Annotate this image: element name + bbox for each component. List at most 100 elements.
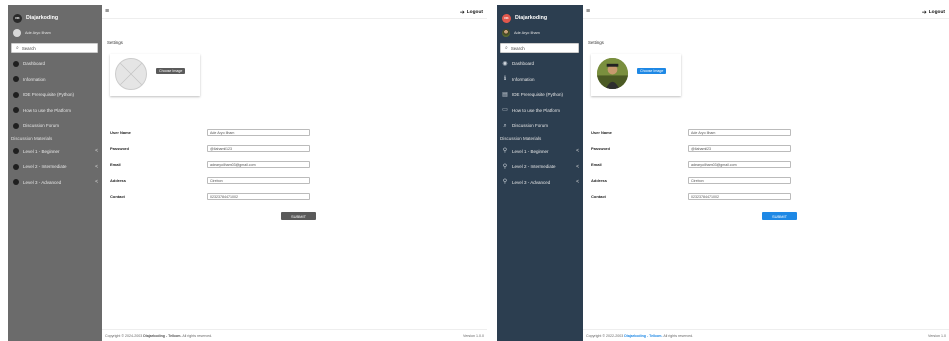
footer-copyright: Copyright © 2022-2003 Diajarkoding - Tel…	[586, 334, 693, 338]
brand-logo-icon: DK	[13, 13, 22, 23]
sidebar-item-ide-prerequisite[interactable]: ▤ IDE Prerequisite (Python)	[497, 87, 583, 103]
footer-copyright: Copyright © 2024-2003 Diajarkoding - Tel…	[105, 334, 212, 338]
password-label: Password	[591, 146, 610, 151]
submit-button[interactable]: SUBMIT	[762, 212, 797, 220]
sidebar-item-label: Information	[23, 76, 46, 82]
document-icon: ▤	[502, 91, 508, 98]
user-icon: ⚲	[502, 163, 508, 170]
hamburger-menu-icon[interactable]: ≡	[586, 8, 590, 15]
brand-logo-icon: DK	[502, 13, 511, 23]
chevron-left-icon: <	[576, 163, 579, 170]
form-row-contact: Contact 02323784471002	[110, 193, 320, 209]
sidebar-item-discussion-forum[interactable]: Discussion Forum	[8, 118, 102, 134]
sidebar-item-information[interactable]: ℹ Information	[497, 72, 583, 88]
contact-label: Contact	[110, 194, 125, 199]
user-icon: ⚲	[502, 179, 508, 186]
sidebar-section-title: Discussion Materials	[11, 136, 53, 141]
logout-button[interactable]: ➔ Logout	[460, 9, 483, 16]
sidebar-item-label: Discussion Forum	[512, 123, 549, 129]
sidebar-item-level-2[interactable]: Level 2 - Intermediate <	[8, 159, 102, 175]
footer: Copyright © 2022-2003 Diajarkoding - Tel…	[583, 329, 949, 341]
sidebar-item-label: Dashboard	[23, 61, 46, 67]
copyright-text: Copyright © 2022-2003	[586, 333, 624, 338]
search-input[interactable]: ⌕ Search	[11, 43, 98, 53]
dot-icon	[13, 76, 19, 83]
address-field[interactable]: Cirebon	[207, 177, 310, 184]
rights-text: All rights reserved.	[663, 333, 694, 338]
sidebar-item-dashboard[interactable]: Dashboard	[8, 56, 102, 72]
sidebar-item-label: How to use the Platform	[23, 107, 72, 113]
username-field[interactable]: Ade Aryo Ilham	[207, 129, 310, 136]
chevron-left-icon: <	[95, 163, 98, 170]
brand-name: Diajarkoding	[26, 15, 59, 21]
sidebar-item-label: Level 3 - Advanced	[23, 179, 62, 185]
user-profile[interactable]: Ade Aryo Ilham	[497, 27, 583, 39]
sidebar-item-level-2[interactable]: ⚲ Level 2 - Intermediate <	[497, 159, 583, 175]
brand[interactable]: DK Diajarkoding	[8, 11, 102, 25]
sidebar-item-label: Level 1 - Beginner	[512, 148, 549, 154]
submit-button[interactable]: SUBMIT	[281, 212, 316, 220]
sidebar-menu: ◉ Dashboard ℹ Information ▤ IDE Prerequi…	[497, 56, 583, 190]
sidebar-item-dashboard[interactable]: ◉ Dashboard	[497, 56, 583, 72]
footer-brand-link[interactable]: Diajarkoding - Telkom.	[143, 334, 181, 338]
sidebar-item-discussion-forum[interactable]: ⌕ Discussion Forum	[497, 118, 583, 134]
hamburger-menu-icon[interactable]: ≡	[105, 8, 109, 15]
logout-button[interactable]: ➔ Logout	[922, 9, 945, 16]
brand[interactable]: DK Diajarkoding	[497, 11, 583, 25]
password-field[interactable]: @Ilahamil123	[207, 145, 310, 152]
main-content: Settings Choose Image User Name Ade Aryo…	[102, 19, 487, 341]
user-profile[interactable]: Ade Aryo Ilham	[8, 27, 102, 39]
contact-field[interactable]: 02323784471002	[688, 193, 791, 200]
dot-icon	[13, 148, 19, 155]
copyright-text: Copyright © 2024-2003	[105, 333, 143, 338]
settings-form: User Name Ade Aryo Ilham Password @Ilaha…	[591, 129, 801, 220]
image-placeholder-icon	[115, 58, 147, 90]
choose-image-button[interactable]: Choose Image	[156, 68, 186, 74]
sidebar-item-information[interactable]: Information	[8, 72, 102, 88]
form-row-email: Email adearyoilham03@gmail.com	[591, 161, 801, 177]
settings-panel-navy: DK Diajarkoding Ade Aryo Ilham ⌕ Search …	[497, 5, 949, 341]
page-title: Settings	[107, 40, 123, 45]
password-label: Password	[110, 146, 129, 151]
sidebar-menu: Dashboard Information IDE Prerequisite (…	[8, 56, 102, 190]
search-input[interactable]: ⌕ Search	[500, 43, 579, 53]
sidebar: DK Diajarkoding Ade Aryo Ilham ⌕ Search …	[8, 5, 102, 341]
search-label: Search	[21, 45, 36, 51]
version-label: Version 1.0	[928, 333, 946, 338]
sidebar-item-label: Discussion Forum	[23, 123, 60, 129]
sidebar-item-ide-prerequisite[interactable]: IDE Prerequisite (Python)	[8, 87, 102, 103]
sidebar-item-label: Level 2 - Intermediate	[512, 164, 556, 170]
sidebar-item-label: IDE Prerequisite (Python)	[512, 92, 564, 98]
choose-image-button[interactable]: Choose Image	[637, 68, 667, 74]
username-field[interactable]: Ade Aryo Ilham	[688, 129, 791, 136]
dot-icon	[13, 107, 19, 114]
password-field[interactable]: @Ilahamil23	[688, 145, 791, 152]
logout-icon: ➔	[459, 10, 465, 16]
form-row-password: Password @Ilahamil23	[591, 145, 801, 161]
address-label: Address	[591, 178, 608, 183]
sidebar-item-how-to-use[interactable]: How to use the Platform	[8, 103, 102, 119]
sidebar-item-level-1[interactable]: ⚲ Level 1 - Beginner <	[497, 144, 583, 160]
username-label: User Name	[110, 130, 131, 135]
form-row-email: Email adearyoilham03@gmail.com	[110, 161, 320, 177]
search-icon: ⌕	[505, 45, 508, 51]
sidebar-item-level-3[interactable]: Level 3 - Advanced <	[8, 175, 102, 191]
email-field[interactable]: adearyoilham03@gmail.com	[207, 161, 310, 168]
info-icon: ℹ	[503, 76, 507, 83]
sidebar-item-how-to-use[interactable]: ▭ How to use the Platform	[497, 103, 583, 119]
search-label: Search	[510, 45, 525, 51]
logout-label: Logout	[466, 10, 483, 15]
dashboard-icon: ◉	[502, 60, 508, 67]
email-field[interactable]: adearyoilham03@gmail.com	[688, 161, 791, 168]
contact-field[interactable]: 02323784471002	[207, 193, 310, 200]
avatar	[502, 29, 510, 37]
sidebar-item-level-3[interactable]: ⚲ Level 3 - Advanced <	[497, 175, 583, 191]
footer-brand-link[interactable]: Diajarkoding - Telkom.	[624, 334, 662, 338]
address-field[interactable]: Cirebon	[688, 177, 791, 184]
sidebar-item-label: Level 2 - Intermediate	[23, 164, 67, 170]
profile-photo	[597, 58, 628, 89]
chevron-left-icon: <	[95, 179, 98, 186]
sidebar-item-level-1[interactable]: Level 1 - Beginner <	[8, 144, 102, 160]
rights-text: All rights reserved.	[182, 333, 213, 338]
sidebar-item-label: Level 1 - Beginner	[23, 148, 60, 154]
